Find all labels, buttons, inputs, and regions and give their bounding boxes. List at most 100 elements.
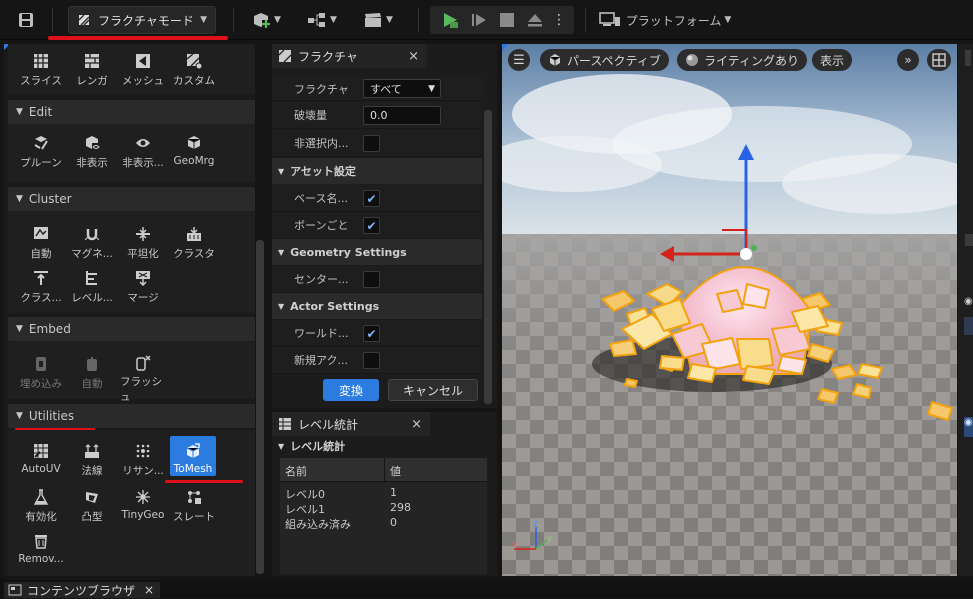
- fracture-mode-dropdown[interactable]: フラクチャモード ▼: [68, 6, 216, 34]
- center-checkbox[interactable]: [363, 271, 380, 288]
- tab-level-stats[interactable]: レベル統計 ×: [272, 412, 430, 436]
- slate-button[interactable]: スレート: [171, 486, 217, 526]
- unhide-button[interactable]: 非表示...: [120, 132, 166, 172]
- unselected-checkbox[interactable]: [363, 135, 380, 152]
- validate-button[interactable]: 有効化: [18, 486, 64, 526]
- left-panel-scrollbar[interactable]: [256, 240, 264, 574]
- play-options-button[interactable]: ⋮: [549, 12, 569, 28]
- table-row[interactable]: レベル0 1: [280, 486, 487, 501]
- normals-button[interactable]: 法線: [69, 440, 115, 480]
- cluster-button[interactable]: クラスタ: [171, 223, 217, 263]
- chevron-down-icon: ▼: [330, 15, 337, 25]
- mesh-button[interactable]: メッシュ: [120, 50, 166, 90]
- flatten-button[interactable]: 平坦化: [120, 223, 166, 263]
- cube-icon: [549, 54, 561, 66]
- column-header-name[interactable]: 名前: [285, 463, 307, 479]
- lighting-button[interactable]: ライティングあり: [677, 49, 808, 71]
- custom-button[interactable]: カスタム: [171, 50, 217, 90]
- cluster-up-button[interactable]: クラス...: [18, 267, 64, 307]
- save-button[interactable]: [12, 6, 40, 34]
- utilities-section-header[interactable]: ▼ Utilities: [8, 404, 255, 428]
- auto-cluster-button[interactable]: 自動: [18, 223, 64, 263]
- world-checkbox[interactable]: ✔: [363, 325, 380, 342]
- eye-icon[interactable]: ◉: [964, 417, 973, 437]
- tool-label: プルーン: [20, 157, 62, 169]
- outliner-row[interactable]: [964, 317, 973, 335]
- show-button[interactable]: 表示: [812, 49, 853, 71]
- remove-icon: [32, 532, 50, 550]
- show-label: 表示: [820, 53, 845, 68]
- collapse-arrow-icon: ▼: [278, 247, 285, 257]
- layout-button[interactable]: [927, 49, 951, 71]
- row-label: 非選択内...: [294, 137, 349, 150]
- level-viewport[interactable]: z x y ☰ パースペクティブ ライティングあり 表示 »: [502, 44, 957, 576]
- step-button[interactable]: [465, 12, 493, 28]
- geometry-settings-header[interactable]: ▼ Geometry Settings: [272, 239, 482, 265]
- tool-label: クラスタ: [173, 248, 215, 260]
- tool-label: メッシュ: [122, 75, 164, 87]
- auto-embed-button[interactable]: 自動: [69, 353, 115, 393]
- column-header-value[interactable]: 値: [390, 463, 401, 479]
- perspective-button[interactable]: パースペクティブ: [540, 49, 669, 71]
- row-label: ボーンごと: [294, 219, 349, 232]
- cluster-up-icon: [32, 269, 50, 287]
- embed-button[interactable]: 埋め込み: [18, 353, 64, 393]
- hamburger-icon: ☰: [513, 52, 525, 68]
- per-bone-checkbox[interactable]: ✔: [363, 217, 380, 234]
- fracture-type-dropdown[interactable]: すべて ▼: [363, 79, 441, 98]
- tool-label: クラス...: [20, 292, 62, 304]
- blueprint-button[interactable]: ▼: [302, 6, 342, 34]
- actor-settings-header[interactable]: ▼ Actor Settings: [272, 293, 482, 319]
- add-actor-button[interactable]: ▼: [246, 6, 286, 34]
- remove-button[interactable]: Remov...: [18, 530, 64, 570]
- convex-button[interactable]: 凸型: [69, 486, 115, 526]
- edit-section-header[interactable]: ▼ Edit: [8, 100, 255, 124]
- table-row[interactable]: レベル1 298: [280, 501, 487, 516]
- autouv-button[interactable]: AutoUV: [18, 440, 64, 480]
- level-button[interactable]: レベル...: [69, 267, 115, 307]
- cinematics-button[interactable]: ▼: [358, 6, 398, 34]
- tinygeo-button[interactable]: TinyGeo: [120, 486, 166, 526]
- panel-tab-stub[interactable]: [965, 234, 973, 246]
- mesh-icon: [134, 52, 152, 70]
- close-icon[interactable]: ×: [408, 49, 419, 64]
- magnet-button[interactable]: マグネ...: [69, 223, 115, 263]
- prune-button[interactable]: プルーン: [18, 132, 64, 172]
- stop-button[interactable]: [493, 13, 521, 27]
- damage-amount-field[interactable]: 0.0: [363, 106, 441, 125]
- cancel-button[interactable]: キャンセル: [388, 379, 478, 401]
- eye-icon[interactable]: ◉: [964, 296, 973, 310]
- base-name-checkbox[interactable]: ✔: [363, 190, 380, 207]
- flush-button[interactable]: フラッシュ: [120, 353, 166, 403]
- settings-scrollbar[interactable]: [484, 110, 492, 404]
- asset-settings-header[interactable]: ▼ アセット設定: [272, 158, 482, 184]
- panel-tab-stub[interactable]: [965, 50, 971, 66]
- new-actor-checkbox[interactable]: [363, 352, 380, 369]
- brick-button[interactable]: レンガ: [69, 50, 115, 90]
- table-row[interactable]: 組み込み済み 0: [280, 516, 487, 531]
- viewport-menu-button[interactable]: ☰: [508, 49, 530, 71]
- platform-dropdown[interactable]: プラットフォーム ▼: [598, 6, 732, 34]
- geomerge-button[interactable]: GeoMrg: [171, 132, 217, 172]
- expand-toolbar-button[interactable]: »: [897, 49, 919, 71]
- resample-button[interactable]: リサン...: [120, 440, 166, 480]
- close-icon[interactable]: ×: [144, 583, 154, 597]
- eject-button[interactable]: [521, 12, 549, 28]
- tab-content-browser[interactable]: コンテンツブラウザ ×: [4, 582, 160, 598]
- convert-button[interactable]: 変換: [323, 379, 379, 401]
- cluster-section-header[interactable]: ▼ Cluster: [8, 187, 255, 211]
- merge-button[interactable]: マージ: [120, 267, 166, 307]
- embed-section-header[interactable]: ▼ Embed: [8, 317, 255, 341]
- hide-button[interactable]: 非表示: [69, 132, 115, 172]
- bottom-tab-bar: コンテンツブラウザ ×: [0, 580, 973, 598]
- play-button[interactable]: [435, 11, 465, 29]
- tomesh-button[interactable]: ToMesh: [170, 436, 216, 476]
- close-icon[interactable]: ×: [411, 417, 422, 432]
- stop-icon: [500, 13, 514, 27]
- tab-fracture[interactable]: フラクチャ ×: [272, 44, 427, 68]
- level-stats-header[interactable]: ▼ レベル統計: [272, 436, 497, 456]
- section-title: Edit: [28, 105, 53, 119]
- level-stats-table: 名前 値 レベル0 1 レベル1 298 組み込み済み 0: [280, 458, 487, 574]
- flush-icon: [134, 355, 152, 371]
- slice-button[interactable]: スライス: [18, 50, 64, 90]
